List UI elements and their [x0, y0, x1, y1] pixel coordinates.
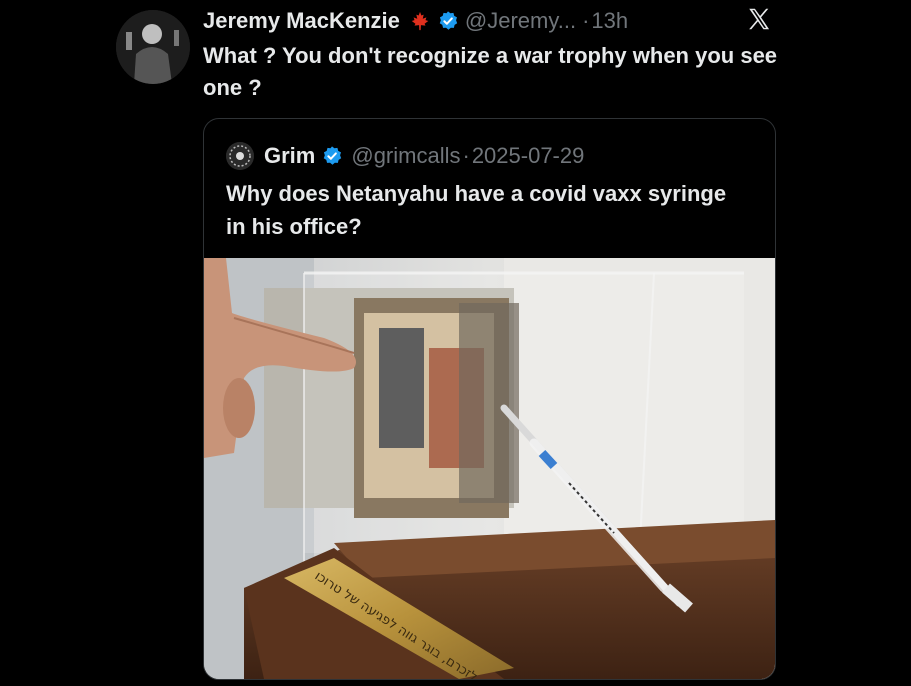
quoted-tweet-header: Grim @grimcalls · 2025-07-29 — [226, 141, 584, 171]
x-logo-icon[interactable] — [746, 6, 772, 32]
verified-badge-icon — [321, 145, 343, 167]
quoted-author-avatar[interactable] — [226, 142, 254, 170]
quoted-tweet-image[interactable]: לזכרם, בוגר גווה לפגיעה של טרוכו — [204, 258, 775, 679]
tweet-timestamp[interactable]: 13h — [591, 8, 628, 34]
quoted-tweet-text: Why does Netanyahu have a covid vaxx syr… — [226, 181, 727, 239]
quoted-tweet-date[interactable]: 2025-07-29 — [472, 143, 585, 169]
quoted-tweet-card[interactable]: Grim @grimcalls · 2025-07-29 Why does Ne… — [203, 118, 776, 680]
quoted-author-name[interactable]: Grim — [264, 143, 315, 169]
separator-dot: · — [582, 8, 590, 33]
separator-dot: · — [462, 143, 470, 168]
maple-leaf-icon — [409, 10, 431, 32]
author-handle[interactable]: @Jeremy... — [465, 8, 576, 34]
quoted-author-handle[interactable]: @grimcalls — [351, 143, 460, 169]
tweet-header: Jeremy MacKenzie @Jeremy... · 13h — [203, 6, 628, 36]
verified-badge-icon — [437, 10, 459, 32]
author-name[interactable]: Jeremy MacKenzie — [203, 8, 400, 34]
tweet-text: What ? You don't recognize a war trophy … — [203, 43, 778, 100]
author-avatar[interactable] — [116, 10, 190, 84]
